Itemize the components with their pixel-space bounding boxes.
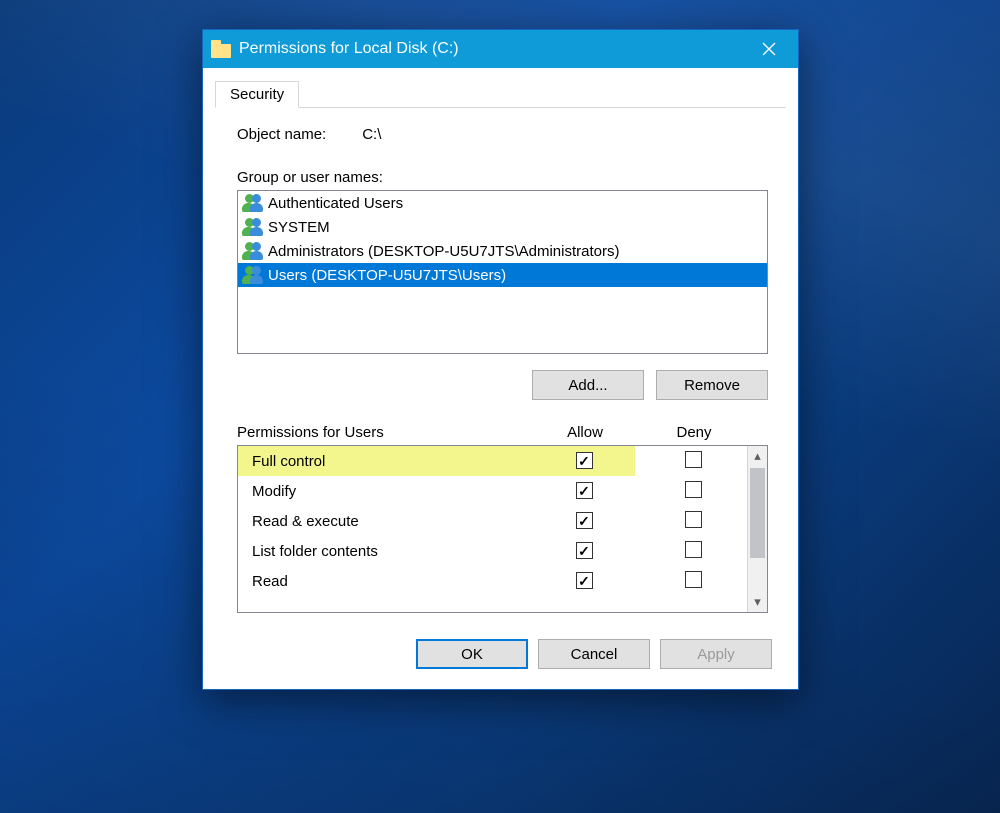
group-item-label: Users (DESKTOP-U5U7JTS\Users)	[268, 267, 506, 284]
object-row: Object name: C:\	[237, 126, 768, 143]
tab-content: Object name: C:\ Group or user names: Au…	[215, 108, 786, 623]
permissions-header-name: Permissions for Users	[237, 424, 530, 441]
permission-name: List folder contents	[252, 543, 378, 560]
scroll-down-arrow-icon[interactable]: ▾	[748, 592, 767, 612]
permission-row: Read	[238, 566, 747, 596]
groups-listbox[interactable]: Authenticated Users SYSTEM Administrators …	[237, 190, 768, 354]
close-button[interactable]	[746, 34, 792, 64]
users-icon	[242, 266, 264, 284]
users-icon	[242, 218, 264, 236]
permissions-dialog: Permissions for Local Disk (C:) Security…	[202, 29, 799, 690]
tabstrip: Security	[215, 78, 786, 108]
permissions-header-allow: Allow	[530, 424, 640, 441]
remove-button[interactable]: Remove	[656, 370, 768, 400]
users-icon	[242, 194, 264, 212]
object-value: C:\	[362, 126, 381, 143]
group-item[interactable]: Administrators (DESKTOP-U5U7JTS\Administ…	[238, 239, 767, 263]
desktop-background: Permissions for Local Disk (C:) Security…	[0, 0, 1000, 813]
cancel-button[interactable]: Cancel	[538, 639, 650, 669]
permissions-listbox: Full control Modify Read & execute List fol…	[237, 445, 768, 613]
permission-row: Full control	[238, 446, 747, 476]
group-item-label: Administrators (DESKTOP-U5U7JTS\Administ…	[268, 243, 619, 260]
folder-icon	[211, 40, 231, 58]
deny-checkbox[interactable]	[685, 481, 702, 498]
group-item[interactable]: SYSTEM	[238, 215, 767, 239]
group-item[interactable]: Users (DESKTOP-U5U7JTS\Users)	[238, 263, 767, 287]
dialog-body: Security Object name: C:\ Group or user …	[203, 68, 798, 689]
window-title: Permissions for Local Disk (C:)	[239, 40, 746, 58]
permissions-header-deny: Deny	[640, 424, 748, 441]
permission-row: Modify	[238, 476, 747, 506]
tab-security[interactable]: Security	[215, 81, 299, 108]
scroll-up-arrow-icon[interactable]: ▴	[748, 446, 767, 466]
users-icon	[242, 242, 264, 260]
deny-checkbox[interactable]	[685, 571, 702, 588]
permissions-rows: Full control Modify Read & execute List fol…	[238, 446, 747, 612]
permission-name: Full control	[248, 451, 329, 472]
group-button-row: Add... Remove	[237, 370, 768, 400]
group-item-label: SYSTEM	[268, 219, 330, 236]
deny-checkbox[interactable]	[685, 451, 702, 468]
permissions-header: Permissions for Users Allow Deny	[237, 424, 768, 441]
permission-row: Read & execute	[238, 506, 747, 536]
titlebar[interactable]: Permissions for Local Disk (C:)	[203, 30, 798, 68]
apply-button[interactable]: Apply	[660, 639, 772, 669]
permission-row: List folder contents	[238, 536, 747, 566]
dialog-footer: OK Cancel Apply	[215, 623, 786, 675]
allow-checkbox[interactable]	[576, 482, 593, 499]
add-button[interactable]: Add...	[532, 370, 644, 400]
allow-checkbox[interactable]	[576, 572, 593, 589]
allow-checkbox[interactable]	[576, 452, 593, 469]
permission-name: Read & execute	[252, 513, 359, 530]
scroll-thumb[interactable]	[750, 468, 765, 558]
groups-label: Group or user names:	[237, 169, 768, 186]
group-item[interactable]: Authenticated Users	[238, 191, 767, 215]
allow-checkbox[interactable]	[576, 542, 593, 559]
deny-checkbox[interactable]	[685, 541, 702, 558]
ok-button[interactable]: OK	[416, 639, 528, 669]
permissions-scrollbar[interactable]: ▴ ▾	[747, 446, 767, 612]
permission-name: Modify	[252, 483, 296, 500]
group-item-label: Authenticated Users	[268, 195, 403, 212]
object-label: Object name:	[237, 126, 326, 143]
deny-checkbox[interactable]	[685, 511, 702, 528]
permission-name: Read	[252, 573, 288, 590]
allow-checkbox[interactable]	[576, 512, 593, 529]
close-icon	[762, 42, 776, 56]
